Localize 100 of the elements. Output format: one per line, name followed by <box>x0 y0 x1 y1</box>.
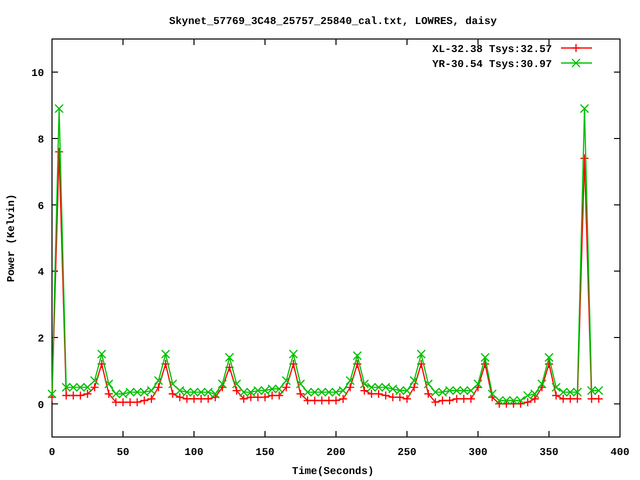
data-point <box>82 389 92 398</box>
data-point <box>537 382 546 392</box>
data-point <box>161 359 170 369</box>
data-point <box>303 388 312 397</box>
data-point <box>182 388 192 397</box>
data-point <box>381 382 390 392</box>
data-point <box>310 396 320 406</box>
data-point <box>246 392 256 402</box>
data-point <box>537 379 546 388</box>
data-point <box>175 392 184 402</box>
data-point <box>544 352 554 362</box>
data-point <box>430 388 440 397</box>
data-point <box>452 386 462 396</box>
data-point <box>274 390 284 400</box>
data-point <box>438 388 448 397</box>
data-point <box>82 382 92 392</box>
data-point <box>494 399 504 408</box>
data-point <box>410 376 419 386</box>
data-point <box>296 379 306 388</box>
data-point <box>268 384 277 394</box>
data-point <box>331 396 341 406</box>
data-point <box>516 396 526 406</box>
data-point <box>288 350 298 359</box>
data-point <box>473 379 483 388</box>
data-point <box>366 389 376 398</box>
data-point <box>246 388 256 397</box>
data-point <box>374 382 384 392</box>
tick-label: 0 <box>48 447 56 459</box>
data-point <box>62 382 71 392</box>
data-point <box>232 379 242 388</box>
data-point <box>182 394 192 404</box>
data-point <box>154 382 164 392</box>
tick-label: 300 <box>468 447 488 459</box>
data-point <box>317 396 326 406</box>
data-point <box>587 394 596 404</box>
data-point <box>508 396 518 406</box>
tick-label: 50 <box>116 447 130 459</box>
data-point <box>196 388 206 397</box>
data-point <box>324 388 334 397</box>
data-point <box>338 394 348 404</box>
data-point <box>288 359 298 369</box>
data-point <box>488 392 497 402</box>
data-point <box>296 389 306 398</box>
data-point <box>175 386 184 396</box>
data-point <box>424 389 433 398</box>
data-point <box>104 389 114 398</box>
legend-label: XL-32.38 Tsys:32.57 <box>432 44 552 56</box>
data-point <box>445 396 454 406</box>
tick-label: 6 <box>38 200 44 213</box>
data-point <box>402 386 412 396</box>
tick-label: 350 <box>540 447 558 459</box>
data-point <box>76 382 85 392</box>
data-point <box>218 379 227 388</box>
data-point <box>552 382 561 392</box>
data-point <box>480 359 490 369</box>
data-point <box>466 394 476 404</box>
data-point <box>90 382 100 392</box>
data-point <box>168 389 178 398</box>
data-point <box>210 389 220 398</box>
data-point <box>544 359 554 369</box>
data-point <box>132 388 142 397</box>
data-point <box>445 386 454 396</box>
data-point <box>303 396 312 406</box>
data-point <box>346 376 355 386</box>
tick-label: 100 <box>184 447 204 459</box>
data-point <box>146 386 156 396</box>
data-point <box>111 398 120 407</box>
data-point <box>381 390 390 400</box>
data-point <box>218 382 227 392</box>
data-point <box>558 394 568 404</box>
data-point <box>111 389 120 398</box>
data-point <box>104 379 114 388</box>
data-point <box>204 388 213 397</box>
data-point <box>260 386 270 396</box>
tick-label: 0 <box>38 400 44 412</box>
legend-label: YR-30.54 Tsys:30.97 <box>432 59 552 71</box>
data-point <box>388 392 398 402</box>
tick-label: 2 <box>38 334 44 346</box>
data-point <box>523 390 532 400</box>
data-point <box>488 389 497 398</box>
data-point <box>253 386 262 396</box>
data-point <box>566 388 575 397</box>
data-point <box>452 394 462 404</box>
data-point <box>168 379 178 388</box>
data-point <box>523 398 532 407</box>
data-point <box>459 386 468 396</box>
data-point <box>189 388 199 397</box>
data-point <box>189 394 199 404</box>
data-point <box>402 394 412 404</box>
data-point <box>338 386 348 396</box>
data-point <box>558 388 568 397</box>
data-point <box>47 392 57 402</box>
data-point <box>239 394 248 404</box>
data-point <box>274 384 284 394</box>
tick-label: 400 <box>610 447 630 459</box>
data-point <box>587 386 596 396</box>
data-point <box>352 359 362 369</box>
data-point <box>480 352 490 362</box>
data-point <box>253 392 262 402</box>
data-point <box>54 104 64 114</box>
